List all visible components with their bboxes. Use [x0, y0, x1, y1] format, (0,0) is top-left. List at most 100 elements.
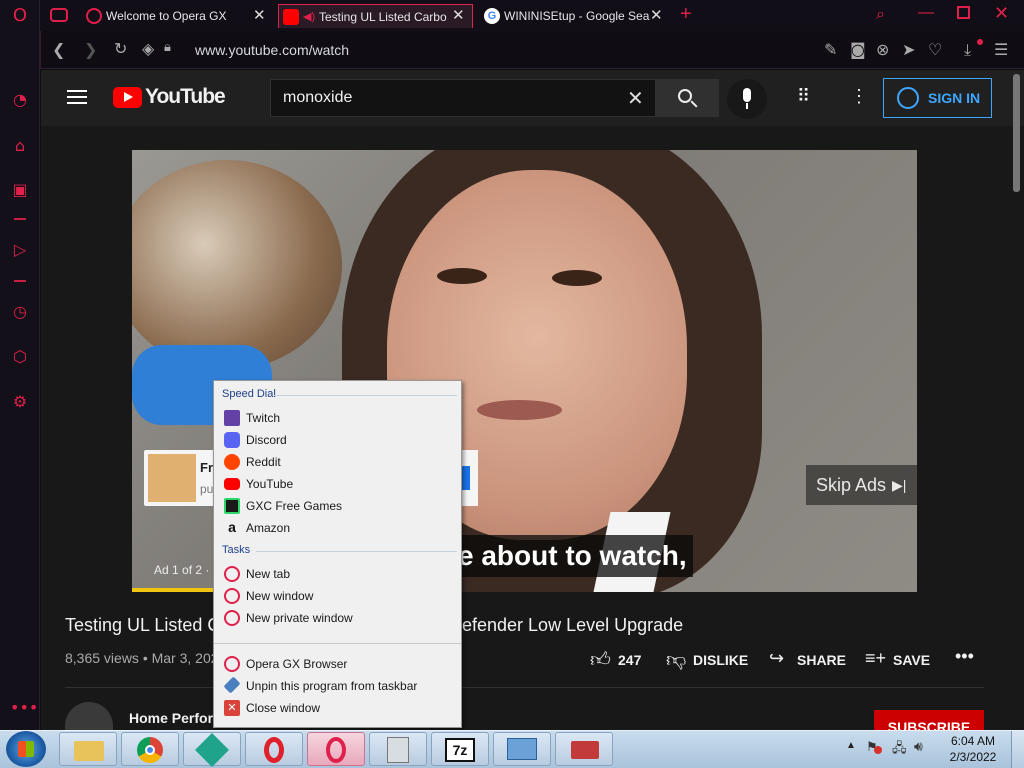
recycle-bin-icon — [387, 737, 409, 763]
back-arrow-icon[interactable]: ❮ — [52, 40, 65, 59]
volume-icon[interactable]: 🔊︎ — [914, 738, 923, 755]
skip-ads-button[interactable]: Skip Ads ▶| — [806, 465, 917, 505]
block-icon[interactable]: ⊗ — [876, 40, 889, 59]
opera-icon — [224, 566, 240, 582]
more-options-icon[interactable]: ⋮ — [850, 86, 868, 107]
hamburger-menu-icon[interactable] — [67, 86, 87, 106]
show-desktop-button[interactable] — [1011, 731, 1024, 768]
page-scrollbar[interactable] — [1013, 74, 1020, 192]
jumplist-item-new-private-window[interactable]: New private window — [222, 608, 458, 628]
share-icon[interactable]: ↪ — [769, 648, 784, 669]
minimize-icon[interactable]: — — [918, 4, 934, 22]
opera-menu-icon[interactable]: O — [10, 6, 30, 26]
opera-favicon-icon — [86, 8, 102, 24]
item-label: YouTube — [246, 477, 294, 491]
heart-icon[interactable]: ♡ — [928, 40, 942, 59]
shopping-bag-icon[interactable]: ⌂ — [10, 136, 30, 156]
thumbs-up-icon[interactable]: 👍︎ — [590, 648, 611, 672]
more-actions-icon[interactable]: ••• — [955, 646, 974, 667]
system-clock[interactable]: 6:04 AM 2/3/2022 — [948, 733, 998, 765]
tab-youtube-video[interactable]: ◀) Testing UL Listed Carbo — [278, 4, 473, 28]
ad-card[interactable]: Fr pu — [144, 450, 224, 506]
header-divider — [256, 551, 457, 552]
jumplist-item-discord[interactable]: Discord — [222, 430, 458, 450]
send-icon[interactable]: ➤ — [902, 40, 915, 59]
dislike-button[interactable]: DISLIKE — [693, 652, 748, 668]
thumbs-down-icon[interactable]: 👎︎ — [666, 648, 686, 672]
tab-close-icon[interactable]: ✕ — [452, 6, 465, 24]
tab-close-icon[interactable]: ✕ — [650, 6, 663, 24]
item-label: Reddit — [246, 455, 281, 469]
video-title-tail: efender Low Level Upgrade — [462, 615, 684, 635]
taskbar-explorer[interactable] — [59, 732, 117, 766]
more-dots-icon[interactable]: ••• — [10, 698, 38, 718]
jumplist-item-new-window[interactable]: New window — [222, 586, 458, 606]
jumplist-item-reddit[interactable]: Reddit — [222, 452, 458, 472]
reload-icon[interactable]: ↻ — [114, 39, 127, 58]
jumplist-item-youtube[interactable]: YouTube — [222, 474, 458, 494]
search-button[interactable] — [655, 79, 719, 117]
youtube-logo-text[interactable]: YouTube — [145, 85, 226, 109]
network-icon[interactable]: 🖧︎ — [892, 739, 907, 761]
jumplist-item-opera-gx[interactable]: Opera GX Browser — [222, 654, 458, 674]
forward-arrow-icon[interactable]: ❯ — [84, 40, 97, 59]
save-button[interactable]: SAVE — [893, 652, 930, 668]
youtube-logo-icon[interactable] — [113, 87, 142, 108]
taskbar-7zip[interactable]: 7z — [431, 732, 489, 766]
new-tab-plus-icon[interactable]: + — [680, 3, 692, 26]
apps-grid-icon[interactable]: ⠿ — [797, 86, 810, 107]
item-label: New tab — [246, 567, 291, 581]
taskbar-app-green[interactable] — [183, 732, 241, 767]
jumplist-item-amazon[interactable]: a Amazon — [222, 518, 458, 538]
taskbar-chrome[interactable] — [121, 732, 179, 766]
history-icon[interactable]: ◷ — [10, 302, 30, 322]
audio-playing-icon[interactable]: ◀) — [303, 5, 315, 28]
show-hidden-icons[interactable]: ▲ — [846, 740, 856, 751]
sign-in-button[interactable]: SIGN IN — [883, 78, 992, 118]
jumplist-item-gxc[interactable]: GXC Free Games — [222, 496, 458, 516]
url-field[interactable]: www.youtube.com/watch — [195, 42, 349, 58]
twitch-icon[interactable]: ▣ — [10, 180, 30, 200]
jumplist-item-twitch[interactable]: Twitch — [222, 408, 458, 428]
share-button[interactable]: SHARE — [797, 652, 846, 668]
left-eye — [437, 268, 487, 284]
speed-dial-icon[interactable]: ◔ — [10, 90, 30, 110]
clear-search-icon[interactable]: ✕ — [627, 86, 644, 111]
taskbar-recycle-bin[interactable] — [369, 732, 427, 766]
maximize-icon[interactable] — [957, 6, 970, 19]
easy-setup-icon[interactable]: ☰ — [994, 40, 1008, 59]
clock-date: 2/3/2022 — [949, 750, 997, 764]
tab-close-icon[interactable]: ✕ — [253, 6, 266, 24]
tab-title: WININISEtup - Google Sea — [504, 9, 650, 23]
tab-opera-welcome[interactable]: Welcome to Opera GX — [82, 4, 272, 28]
taskbar-control-panel[interactable] — [493, 732, 551, 766]
player-icon[interactable]: ▷ — [10, 240, 30, 260]
jumplist-item-close-window[interactable]: ✕ Close window — [222, 698, 458, 718]
channel-name[interactable]: Home Perforr — [129, 710, 218, 726]
shield-icon[interactable]: ◈ — [142, 39, 154, 58]
camera-snapshot-icon[interactable]: ◙ — [850, 40, 866, 59]
taskbar-opera[interactable] — [245, 732, 303, 766]
jumplist-item-new-tab[interactable]: New tab — [222, 564, 458, 584]
jumplist-item-unpin[interactable]: Unpin this program from taskbar — [222, 676, 458, 696]
download-icon[interactable]: ⤓ — [964, 40, 971, 60]
lock-icon[interactable]: 🔒︎ — [164, 40, 171, 55]
taskbar-toolbox[interactable] — [555, 732, 613, 766]
voice-search-button[interactable] — [727, 79, 767, 119]
window-close-icon[interactable]: ✕ — [994, 3, 1009, 24]
edit-icon[interactable]: ✎ — [824, 40, 837, 59]
taskbar-opera-gx[interactable] — [307, 732, 365, 766]
gx-control-icon[interactable] — [50, 8, 68, 22]
tab-google-search[interactable]: G WININISEtup - Google Sea — [480, 4, 670, 28]
start-button[interactable] — [6, 731, 46, 767]
extensions-cube-icon[interactable]: ⬡ — [10, 347, 30, 367]
search-tabs-icon[interactable]: ⌕ — [876, 4, 885, 24]
subscribe-button[interactable]: SUBSCRIBE — [874, 710, 984, 730]
tab-bar: Welcome to Opera GX ✕ ◀) Testing UL List… — [40, 0, 1024, 31]
search-box[interactable]: monoxide ✕ — [270, 79, 656, 117]
like-count[interactable]: 247 — [618, 652, 641, 668]
item-label: Opera GX Browser — [246, 657, 348, 671]
settings-gear-icon[interactable]: ⚙ — [10, 392, 30, 412]
search-input[interactable]: monoxide — [283, 89, 352, 107]
save-playlist-icon[interactable]: ≡+ — [865, 648, 886, 669]
